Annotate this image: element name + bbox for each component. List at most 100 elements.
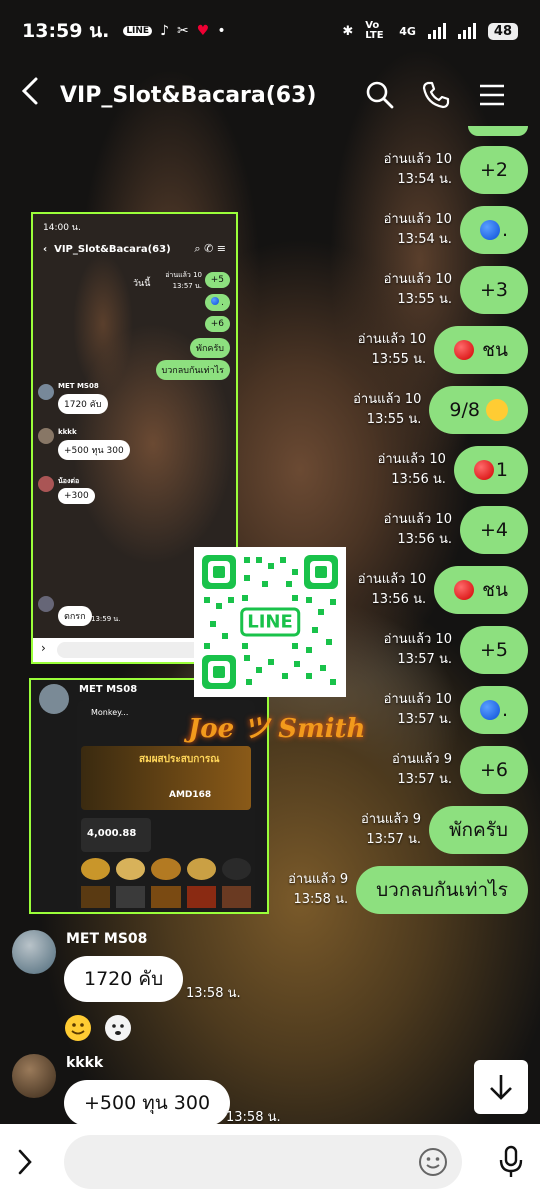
emoji-button[interactable] [418,1147,448,1181]
read-receipt: อ่านแล้ว 9 13:58 น. [288,872,349,907]
banner-brand: AMD168 [169,790,212,800]
chat-title[interactable]: VIP_Slot&Bacara(63) [60,83,352,108]
mini-read-info: อ่านแล้ว 10 13:57 น. [165,271,202,290]
mini-avatar [38,596,54,612]
balance-value: 4,000.88 [87,828,137,839]
bluetooth-icon: ✱ [342,23,354,39]
message-bubble[interactable]: +6 [459,746,528,794]
mini-bubble-in: +300 [58,488,95,504]
message-input-bar [0,1124,540,1200]
status-bar: 13:59 น. LINE ♪ ✂ ♥ • ✱ Vo LTE 4G 48 [0,0,540,62]
read-receipt: อ่านแล้ว 10 13:55 น. [353,392,422,427]
message-bubble[interactable]: ชน [434,566,528,614]
app-icon: ♥ [196,23,210,39]
message-time: 13:58 น. [186,986,241,1001]
mini-header-icons: ⌕ ✆ ≡ [194,242,226,255]
outgoing-message[interactable]: อ่านแล้ว 9 13:57 น. +6 [392,746,528,794]
message-bubble[interactable]: พักครับ [428,806,528,854]
volte-label: Vo LTE [365,20,384,41]
message-bubble[interactable]: 9/8 [429,386,528,434]
red-circle-icon [454,580,475,600]
outgoing-message[interactable]: อ่านแล้ว 10 13:56 น. +4 [384,506,528,554]
read-receipt: อ่านแล้ว 10 13:54 น. [383,212,452,247]
message-input[interactable] [64,1135,462,1189]
mini-sender: น้องต่อ [58,477,80,485]
scroll-to-bottom-button[interactable] [474,1060,528,1114]
chevron-right-icon [18,1149,32,1175]
laughing-face-icon [486,399,508,421]
incoming-message-bubble[interactable]: +500 ทุน 300 [64,1080,231,1126]
status-right: ✱ Vo LTE 4G 48 [342,21,518,41]
voice-message-button[interactable] [462,1145,524,1179]
avatar[interactable] [12,1054,56,1098]
avatar[interactable] [12,930,56,974]
message-bubble[interactable]: บวกลบกันเท่าไร [356,866,528,914]
call-button[interactable] [408,80,464,110]
mini-time: 13:59 น. [91,615,121,623]
menu-button[interactable] [464,83,520,107]
battery-indicator: 48 [487,22,518,40]
notification-icons: LINE ♪ ✂ ♥ • [123,23,226,39]
read-receipt: อ่านแล้ว 10 13:54 น. [383,152,452,187]
mini-bubble-in: +500 ทุน 300 [58,440,130,460]
outgoing-message[interactable]: อ่านแล้ว 10 13:55 น. 9/8 [353,386,528,434]
outgoing-message[interactable]: อ่านแล้ว 10 13:55 น. ชน [358,326,528,374]
message-bubble[interactable]: +5 [459,626,528,674]
message-bubble[interactable]: ชน [434,326,528,374]
mini-bubble-in: ตกรก [58,606,92,626]
mini-bubble: พักครับ [190,338,230,358]
outgoing-message[interactable]: อ่านแล้ว 10 13:56 น. 1 [378,446,528,494]
read-receipt: อ่านแล้ว 10 13:56 น. [383,512,452,547]
message-bubble[interactable]: . [459,686,528,734]
capcut-icon: ✂ [177,23,189,39]
blue-circle-icon [479,700,500,720]
mini-avatar [38,384,54,400]
message-bubble[interactable]: +3 [459,266,528,314]
outgoing-message[interactable]: อ่านแล้ว 10 13:57 น. +5 [384,626,528,674]
read-receipt: อ่านแล้ว 10 13:56 น. [357,572,427,607]
read-receipt: อ่านแล้ว 10 13:55 น. [383,272,452,307]
joe-smith-logo: Joe ツ Smith [188,714,366,744]
status-time: 13:59 น. [22,20,110,42]
search-button[interactable] [352,80,408,110]
message-input-wrap [64,1135,462,1189]
read-receipt: อ่านแล้ว 9 13:57 น. [360,812,421,847]
expand-menu-button[interactable] [16,1147,64,1177]
mini-bubble: . [205,294,230,311]
chat-header: VIP_Slot&Bacara(63) [0,62,540,128]
message-bubble[interactable]: . [459,206,528,254]
line-notification-icon: LINE [123,26,153,36]
mini-avatar [38,476,54,492]
chevron-left-icon [21,77,38,105]
incoming-message-bubble[interactable]: 1720 คับ [64,956,184,1002]
back-button[interactable] [20,76,60,114]
outgoing-message[interactable]: อ่านแล้ว 10 13:54 น. . [384,206,528,254]
outgoing-message[interactable]: อ่านแล้ว 10 13:55 น. +3 [384,266,528,314]
partial-message-bubble [468,126,528,136]
mini-sender: kkkk [58,428,77,436]
outgoing-message[interactable]: อ่านแล้ว 9 13:57 น. พักครับ [361,806,528,854]
message-bubble[interactable]: 1 [453,446,528,494]
outgoing-message[interactable]: อ่านแล้ว 10 13:56 น. ชน [358,566,528,614]
blue-circle-icon [479,220,500,240]
read-receipt: อ่านแล้ว 10 13:57 น. [383,632,452,667]
smiling-face-icon [64,1014,92,1047]
sender-name: kkkk [66,1055,104,1071]
outgoing-message[interactable]: อ่านแล้ว 10 13:54 น. +2 [384,146,528,194]
game-icons-row [81,858,252,880]
outgoing-message[interactable]: อ่านแล้ว 9 13:58 น. บวกลบกันเท่าไร [288,866,528,914]
mini-sender: MET MS08 [79,684,138,695]
game-thumbs-row [81,886,252,908]
read-receipt: อ่านแล้ว 10 13:57 น. [383,692,452,727]
mini-bubble-in: 1720 คับ [58,394,108,414]
line-qr-code: LINE [194,547,346,697]
microphone-icon [499,1145,523,1177]
red-circle-icon [454,340,475,360]
message-bubble[interactable]: +4 [459,506,528,554]
outgoing-message[interactable]: อ่านแล้ว 10 13:57 น. . [384,686,528,734]
mini-sender: MET MS08 [58,382,99,390]
mini-status-time: 14:00 น. [43,223,81,233]
message-bubble[interactable]: +2 [459,146,528,194]
signal-icon [427,23,446,39]
mini-avatar [39,684,69,714]
